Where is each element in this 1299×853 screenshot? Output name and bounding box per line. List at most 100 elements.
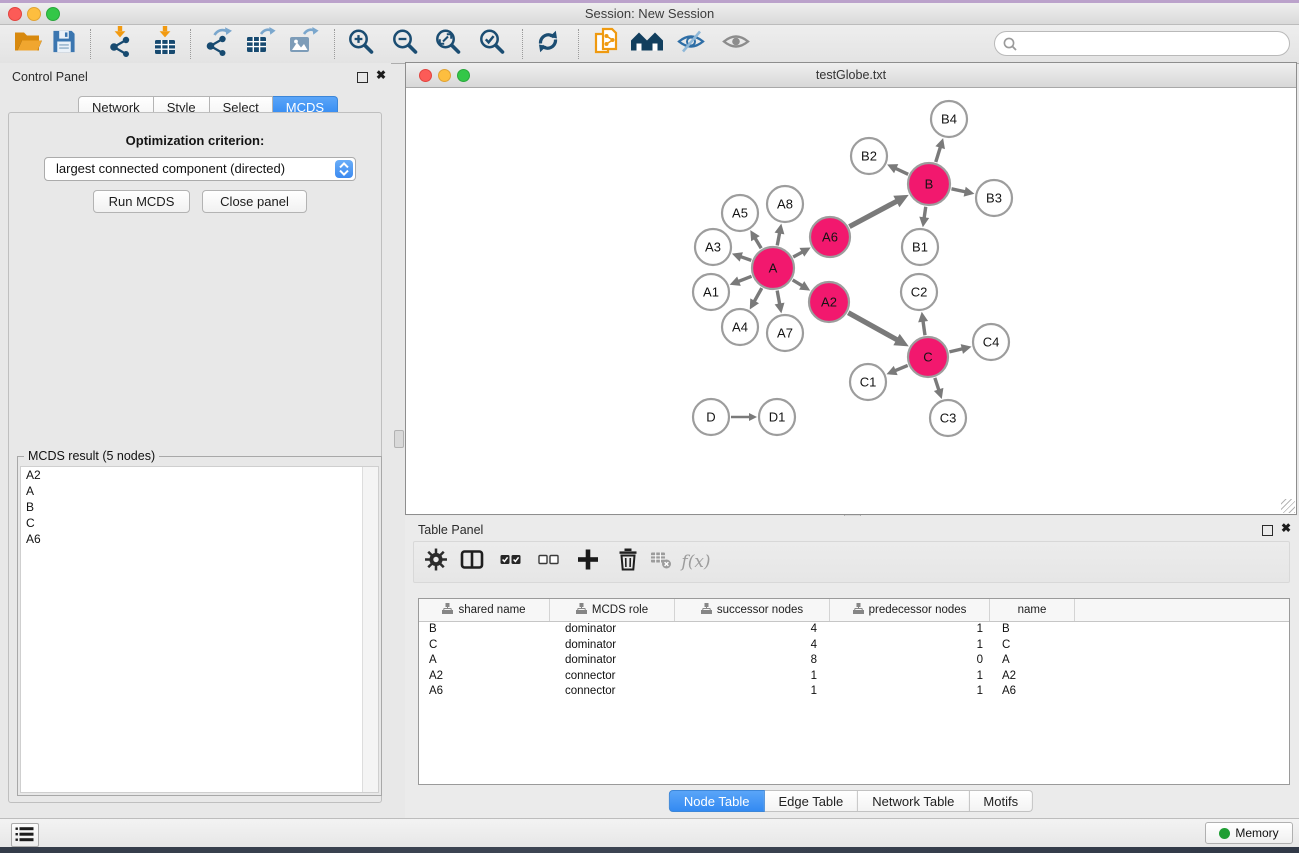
show-all-eye-icon[interactable] [722,32,750,57]
zoom-in-icon[interactable] [347,28,375,61]
vertical-splitter-grip[interactable] [394,430,404,448]
node-B1[interactable]: B1 [902,229,938,265]
table-row[interactable]: A6connector11A6 [419,684,1289,700]
table-row[interactable]: Bdominator41B [419,622,1289,638]
add-row-plus-icon[interactable] [578,549,599,575]
edge-A-A8[interactable] [775,224,785,246]
application-window: Session: New Session [0,0,1299,853]
node-D1[interactable]: D1 [759,399,795,435]
table-row[interactable]: Adominator80A [419,653,1289,669]
apply-layout-icon[interactable] [534,28,562,61]
export-table-icon[interactable] [244,26,276,62]
table-row[interactable]: A2connector11A2 [419,669,1289,685]
edge-A6-B[interactable] [849,195,908,227]
window-resize-grip[interactable] [1281,499,1295,513]
delete-row-trash-icon[interactable] [618,548,638,576]
edge-A-A1[interactable] [730,276,752,286]
close-panel-icon[interactable]: ✖ [376,68,386,82]
import-table-icon[interactable] [150,26,180,62]
edge-C-C3[interactable] [934,378,944,399]
node-D[interactable]: D [693,399,729,435]
export-image-icon[interactable] [287,26,319,62]
optimization-criterion-select[interactable]: largest connected component (directed) [44,157,356,181]
column-header-MCDS-role[interactable]: MCDS role [550,599,675,621]
search-input[interactable] [1021,34,1285,55]
edge-A-A3[interactable] [732,252,751,261]
mcds-result-item[interactable]: A6 [21,531,378,547]
column-header-successor-nodes[interactable]: successor nodes [675,599,830,621]
node-B2[interactable]: B2 [851,138,887,174]
column-header-shared-name[interactable]: shared name [419,599,550,621]
select-all-icon[interactable] [500,553,522,572]
show-hide-columns-icon[interactable] [460,549,484,576]
zoom-out-icon[interactable] [391,28,419,61]
edge-B-B4[interactable] [935,138,945,162]
node-A6[interactable]: A6 [810,217,850,257]
search-icon [1002,36,1018,52]
edge-A-A2[interactable] [793,280,811,291]
node-A4[interactable]: A4 [722,309,758,345]
task-history-button[interactable] [11,823,39,847]
search-box[interactable] [994,31,1290,56]
close-panel-button[interactable]: Close panel [202,190,307,213]
float-panel-icon[interactable] [357,72,368,83]
edge-B-B1[interactable] [919,207,929,227]
node-A7[interactable]: A7 [767,315,803,351]
node-B[interactable]: B [908,163,950,205]
edge-A2-C[interactable] [848,313,909,347]
tab-motifs[interactable]: Motifs [969,790,1033,812]
table-row[interactable]: Cdominator41C [419,638,1289,654]
hide-selected-eye-slash-icon[interactable] [676,29,706,60]
scrollbar-track[interactable] [362,467,378,792]
edge-D-D1[interactable] [731,413,757,421]
node-B4[interactable]: B4 [931,101,967,137]
float-table-panel-icon[interactable] [1262,525,1273,536]
node-A[interactable]: A [752,247,794,289]
save-session-icon[interactable] [52,29,77,59]
edge-A-A7[interactable] [775,291,785,314]
run-mcds-button[interactable]: Run MCDS [93,190,190,213]
home-network-views-icon[interactable] [630,30,664,59]
tab-edge-table[interactable]: Edge Table [764,790,858,812]
edge-C-C1[interactable] [886,365,907,375]
edge-A-A5[interactable] [750,230,761,248]
mcds-result-item[interactable]: A2 [21,467,378,483]
export-network-icon[interactable] [203,26,234,62]
node-A8[interactable]: A8 [767,186,803,222]
mcds-result-item[interactable]: C [21,515,378,531]
node-C1[interactable]: C1 [850,364,886,400]
zoom-fit-icon[interactable] [434,28,462,61]
memory-button[interactable]: Memory [1205,822,1293,844]
tab-network-table[interactable]: Network Table [858,790,969,812]
column-header-name[interactable]: name [990,599,1075,621]
node-C[interactable]: C [908,337,948,377]
node-C2[interactable]: C2 [901,274,937,310]
new-network-from-selection-icon[interactable] [593,26,621,62]
deselect-all-icon[interactable] [538,553,560,572]
toolbar-separator [578,29,579,59]
network-canvas[interactable]: A B C A2 A6 A1 A3 A4 A5 A7 A8 B1 B2 B3 B4 C1 C2 C3 C4 D D1 [406,88,1296,514]
node-A1[interactable]: A1 [693,274,729,310]
edge-A-A6[interactable] [793,248,810,258]
node-C3[interactable]: C3 [930,400,966,436]
node-A3[interactable]: A3 [695,229,731,265]
zoom-selected-icon[interactable] [478,28,506,61]
close-table-panel-icon[interactable]: ✖ [1281,521,1291,535]
mcds-result-list[interactable]: A2ABCA6 [20,466,379,793]
tab-node-table[interactable]: Node Table [669,790,765,812]
edge-C-C2[interactable] [918,312,928,335]
mcds-result-item[interactable]: B [21,499,378,515]
node-A2[interactable]: A2 [809,282,849,322]
node-B3[interactable]: B3 [976,180,1012,216]
edge-B-B3[interactable] [951,187,974,197]
open-file-icon[interactable] [13,30,43,59]
edge-C-C4[interactable] [949,344,971,354]
edge-A-A4[interactable] [750,288,762,309]
node-A5[interactable]: A5 [722,195,758,231]
column-settings-gear-icon[interactable] [425,548,448,576]
column-header-predecessor-nodes[interactable]: predecessor nodes [830,599,990,621]
node-C4[interactable]: C4 [973,324,1009,360]
mcds-result-item[interactable]: A [21,483,378,499]
edge-B-B2[interactable] [887,164,908,174]
import-network-icon[interactable] [105,26,135,62]
